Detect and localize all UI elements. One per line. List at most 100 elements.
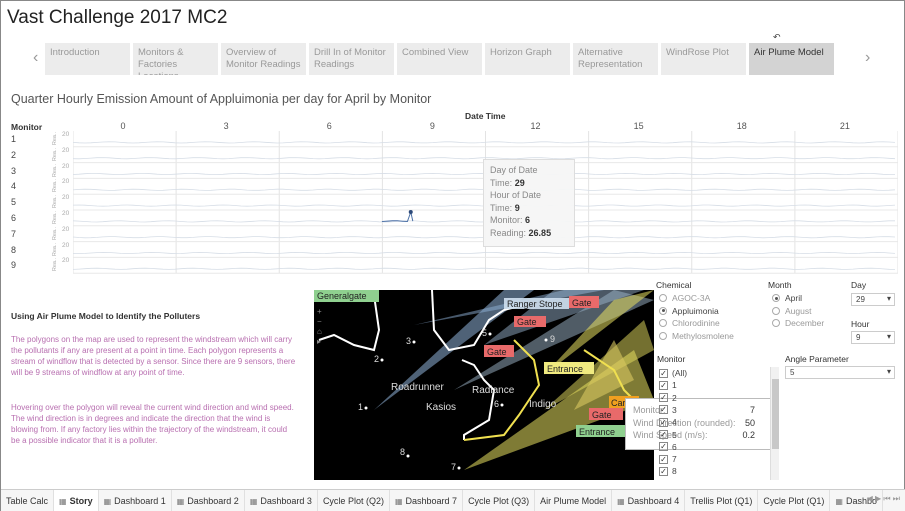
monitor-row-2: 2 xyxy=(11,149,17,160)
chevron-left-icon[interactable]: ‹ xyxy=(33,49,38,67)
monitor-checkbox-label: 6 xyxy=(672,441,677,452)
scrollbar-thumb[interactable] xyxy=(772,379,779,449)
story-tab-6[interactable]: Alternative Representation xyxy=(573,43,658,75)
monitor-checkbox-7[interactable]: ✓ 7 xyxy=(659,454,677,464)
checkbox-icon[interactable]: ✓ xyxy=(659,368,668,378)
description-para-2: Hovering over the polygon will reveal th… xyxy=(11,403,294,445)
monitor-checkbox-2[interactable]: ✓ 2 xyxy=(659,393,677,403)
monitor-checkbox-0[interactable]: ✓ (All) xyxy=(659,368,687,378)
map-controls[interactable]: + − ⌂ ▸ xyxy=(317,307,327,347)
chemical-option-1[interactable]: Appluimonia xyxy=(659,306,719,316)
story-tab-0[interactable]: Introduction xyxy=(45,43,130,75)
wind-tooltip-value: 50 xyxy=(744,417,755,428)
month-option-label: December xyxy=(785,318,825,328)
chemical-option-3[interactable]: Methylosmolene xyxy=(659,331,734,341)
chemical-option-0[interactable]: AGOC-3A xyxy=(659,293,710,303)
monitor-row-4: 4 xyxy=(11,181,17,192)
checkbox-icon[interactable]: ✓ xyxy=(659,442,668,452)
sheet-tab-4[interactable]: ▦ Dashboard 3 xyxy=(245,490,318,511)
monitor-row-6: 6 xyxy=(11,213,17,223)
sheet-tab-10[interactable]: Trellis Plot (Q1) xyxy=(685,490,759,511)
monitor-checkbox-label: 2 xyxy=(672,392,677,403)
radio-icon[interactable] xyxy=(772,319,780,327)
chemical-option-2[interactable]: Chlorodinine xyxy=(659,318,720,328)
radio-icon[interactable] xyxy=(772,306,780,315)
monitor-checkbox-5[interactable]: ✓ 5 xyxy=(659,430,677,440)
sheet-tab-8[interactable]: Air Plume Model xyxy=(535,490,613,511)
sheet-tab-0[interactable]: Table Calc xyxy=(1,490,55,511)
radio-icon[interactable] xyxy=(772,294,780,302)
factory-generalgate-label: Generalgate xyxy=(317,291,367,301)
chevron-right-icon[interactable]: › xyxy=(865,49,870,67)
radio-icon[interactable] xyxy=(659,294,667,302)
air-plume-map[interactable]: Generalgate Ranger Stope Gate Gate Gate … xyxy=(314,290,654,480)
factory-gate-top-label: Gate xyxy=(572,298,592,308)
monitor-row-3: 3 xyxy=(11,165,17,176)
sensor-2: 2 xyxy=(374,354,379,364)
day-filter-label: Day xyxy=(851,280,867,290)
monitor-checkbox-4[interactable]: ✓ 4 xyxy=(659,417,677,427)
checkbox-icon[interactable]: ✓ xyxy=(659,430,668,439)
sheet-tab-1[interactable]: ▦ Story xyxy=(54,490,99,511)
hour-select[interactable]: 9 xyxy=(851,331,895,344)
monitor-checkbox-1[interactable]: ✓ 1 xyxy=(659,380,677,390)
checkbox-icon[interactable]: ✓ xyxy=(659,393,668,403)
month-option-2[interactable]: December xyxy=(772,318,824,328)
tooltip-row: Day of Date xyxy=(490,164,568,177)
sheet-tab-7[interactable]: Cycle Plot (Q3) xyxy=(463,490,536,511)
story-tab-7[interactable]: WindRose Plot xyxy=(661,43,746,75)
sheet-tab-2[interactable]: ▦ Dashboard 1 xyxy=(99,490,172,511)
story-tab-4[interactable]: Combined View xyxy=(397,43,482,75)
story-tab-5[interactable]: Horizon Graph xyxy=(485,43,570,75)
sheet-tab-9[interactable]: ▦ Dashboard 4 xyxy=(612,490,686,511)
description-heading: Using Air Plume Model to Identify the Po… xyxy=(11,311,201,321)
factory-entrance-b-label: Entrance xyxy=(579,427,615,437)
checkbox-icon[interactable]: ✓ xyxy=(659,405,668,415)
sheet-tab-5[interactable]: Cycle Plot (Q2) xyxy=(318,490,390,511)
series-line-monitor-9 xyxy=(73,267,896,270)
sensor-8: 8 xyxy=(400,447,405,457)
story-tab-2[interactable]: Overview of Monitor Readings xyxy=(221,43,306,75)
angle-select[interactable]: 5 xyxy=(785,366,895,379)
x-tick-18: 18 xyxy=(736,121,747,131)
monitor-checkbox-6[interactable]: ✓ 6 xyxy=(659,442,677,452)
tooltip-label: Day of Date xyxy=(490,165,538,175)
monitor-checkbox-3[interactable]: ✓ 3 xyxy=(659,405,677,415)
undo-icon[interactable]: ↶ xyxy=(773,32,781,43)
mini-axis-label: Rea.. xyxy=(52,195,58,209)
zoom-out-icon[interactable]: − xyxy=(317,317,327,327)
story-tab-1[interactable]: Monitors & Factories Locations xyxy=(133,43,218,75)
month-option-0[interactable]: April xyxy=(772,293,802,303)
day-select[interactable]: 29 xyxy=(851,293,895,306)
monitor-checkbox-label: 7 xyxy=(672,454,677,465)
pan-icon[interactable]: ▸ xyxy=(317,337,327,347)
monitor-checkbox-label: 1 xyxy=(672,380,677,391)
story-tab-3[interactable]: Drill In of Monitor Readings xyxy=(309,43,394,75)
checkbox-icon[interactable]: ✓ xyxy=(659,466,668,476)
monitor-checkbox-8[interactable]: ✓ 8 xyxy=(659,466,677,476)
wind-tooltip-row: Wind Direction (rounded): 50 xyxy=(633,417,765,430)
description-para-1: The polygons on the map are used to repr… xyxy=(11,335,296,377)
tooltip-value: 29 xyxy=(514,177,525,188)
radio-icon[interactable] xyxy=(659,331,667,340)
sheet-tab-6[interactable]: ▦ Dashboard 7 xyxy=(390,490,464,511)
month-option-1[interactable]: August xyxy=(772,306,811,316)
sensor-6: 6 xyxy=(494,399,499,409)
sheet-tab-label: Cycle Plot (Q1) xyxy=(763,496,825,506)
sheet-tab-11[interactable]: Cycle Plot (Q1) xyxy=(758,490,831,511)
radio-icon[interactable] xyxy=(659,319,667,327)
sheet-tab-label: Trellis Plot (Q1) xyxy=(690,496,753,506)
sheet-nav-icons[interactable]: ◀ ▶ ⏮ ⏭ xyxy=(867,494,900,504)
checkbox-icon[interactable]: ✓ xyxy=(659,380,668,390)
monitor-scrollbar[interactable] xyxy=(770,367,779,480)
checkbox-icon[interactable]: ✓ xyxy=(659,417,668,427)
mini-axis-value: 20 xyxy=(62,178,70,186)
radio-icon[interactable] xyxy=(659,306,667,315)
sheet-tab-3[interactable]: ▦ Dashboard 2 xyxy=(172,490,245,511)
checkbox-icon[interactable]: ✓ xyxy=(659,454,668,464)
x-axis-header: Date Time xyxy=(465,111,506,121)
home-icon[interactable]: ⌂ xyxy=(317,327,327,337)
factory-gate-a-label: Gate xyxy=(517,317,537,327)
story-tab-8[interactable]: Air Plume Model xyxy=(749,43,834,75)
zoom-in-icon[interactable]: + xyxy=(317,307,327,317)
